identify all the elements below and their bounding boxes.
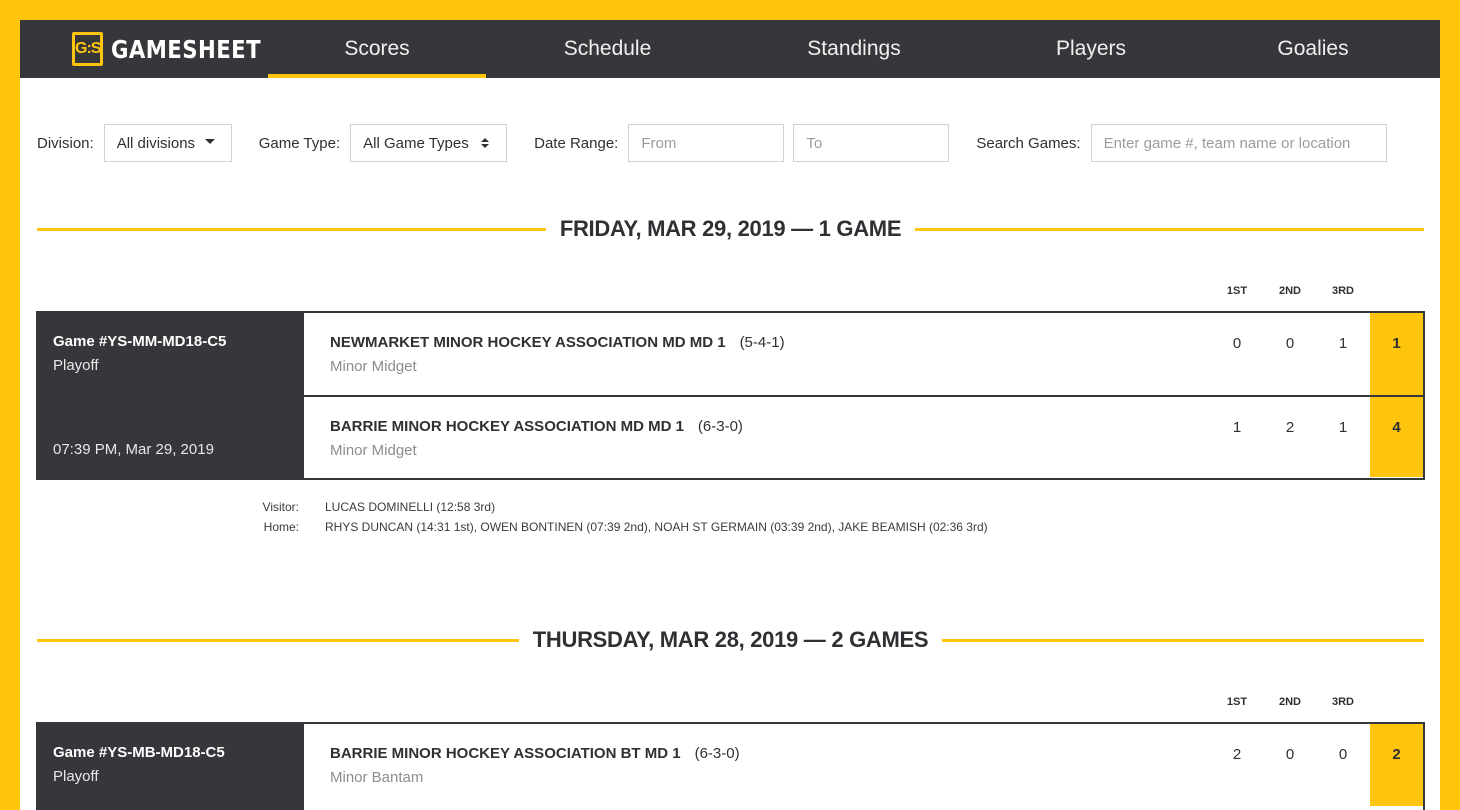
game-card[interactable]: Game #YS-MM-MD18-C5 Playoff 07:39 PM, Ma… [36,311,1425,480]
tab-standings[interactable]: Standings [729,20,979,78]
period-score: 0 [1285,335,1295,352]
visitor-scorers: LUCAS DOMINELLI (12:58 3rd) [325,500,496,514]
division-label: Division: [37,134,94,152]
game-card[interactable]: Game #YS-MB-MD18-C5 Playoff BARRIE MINOR… [36,722,1425,810]
heading-divider [915,227,1425,231]
team-name-text: NEWMARKET MINOR HOCKEY ASSOCIATION MD MD… [330,334,726,351]
total-score: 2 [1370,724,1423,806]
period-score: 2 [1285,419,1295,436]
app-frame: G:S GAMESHEET Scores Schedule Standings … [20,20,1440,810]
team-record: (6-3-0) [697,418,743,435]
period-header-3rd: 3RD [1331,285,1354,297]
period-score: 0 [1232,335,1242,352]
heading-divider [942,638,1424,642]
team-division: Minor Bantam [330,769,424,786]
team-row-home: BARRIE MINOR HOCKEY ASSOCIATION MD MD 1 (… [304,395,1423,477]
game-info-panel: Game #YS-MM-MD18-C5 Playoff 07:39 PM, Ma… [38,313,304,478]
period-header-2nd: 2ND [1278,285,1301,297]
period-score: 2 [1232,746,1242,763]
team-division: Minor Midget [330,442,417,459]
game-type: Playoff [53,357,99,374]
total-score: 1 [1370,313,1423,395]
day-heading-text: FRIDAY, MAR 29, 2019 — 1 GAME [559,216,902,241]
tab-schedule[interactable]: Schedule [486,20,729,78]
period-headers: 1ST 2ND 3RD [1217,696,1357,712]
game-type-select[interactable]: All Game Types [350,124,508,162]
top-nav: G:S GAMESHEET Scores Schedule Standings … [20,20,1440,78]
period-score: 1 [1338,419,1348,436]
total-score: 4 [1370,397,1423,477]
game-teams: NEWMARKET MINOR HOCKEY ASSOCIATION MD MD… [304,313,1423,478]
home-label: Home: [263,520,299,534]
day-heading: FRIDAY, MAR 29, 2019 — 1 GAME [37,214,1425,244]
game-info-panel: Game #YS-MB-MD18-C5 Playoff [38,724,304,810]
team-record: (6-3-0) [694,745,740,762]
period-header-2nd: 2ND [1278,696,1301,708]
game-datetime: 07:39 PM, Mar 29, 2019 [53,441,214,458]
team-name-text: BARRIE MINOR HOCKEY ASSOCIATION MD MD 1 [330,418,684,435]
division-dropdown[interactable]: All divisions [103,124,232,162]
brand-logo[interactable]: G:S GAMESHEET [20,20,268,78]
heading-divider [37,227,546,231]
team-row-visitor: BARRIE MINOR HOCKEY ASSOCIATION BT MD 1 (… [304,724,1423,806]
game-teams: BARRIE MINOR HOCKEY ASSOCIATION BT MD 1 (… [304,724,1423,810]
team-name[interactable]: BARRIE MINOR HOCKEY ASSOCIATION MD MD 1 (… [330,418,743,435]
game-type-value: All Game Types [363,134,469,152]
day-heading-text: THURSDAY, MAR 28, 2019 — 2 GAMES [532,627,929,652]
period-header-1st: 1ST [1226,696,1248,708]
goal-scorers: Visitor: LUCAS DOMINELLI (12:58 3rd) Hom… [257,497,988,537]
division-value: All divisions [116,134,196,152]
visitor-goals-row: Visitor: LUCAS DOMINELLI (12:58 3rd) [257,497,988,517]
date-from-input[interactable]: From [628,124,785,162]
game-type: Playoff [53,768,99,785]
select-arrows-icon [480,138,489,148]
date-range-label: Date Range: [534,134,619,152]
tab-scores[interactable]: Scores [268,20,486,78]
team-division: Minor Midget [330,358,417,375]
date-to-input[interactable]: To [793,124,950,162]
brand-name: GAMESHEET [111,34,262,64]
home-goals-row: Home: RHYS DUNCAN (14:31 1st), OWEN BONT… [257,517,988,537]
team-record: (5-4-1) [739,334,785,351]
gamesheet-logo-icon: G:S [72,32,104,66]
period-score: 0 [1338,746,1348,763]
team-row-visitor: NEWMARKET MINOR HOCKEY ASSOCIATION MD MD… [304,313,1423,395]
visitor-label: Visitor: [262,500,299,514]
tab-players[interactable]: Players [979,20,1203,78]
period-score: 1 [1232,419,1242,436]
period-headers: 1ST 2ND 3RD [1217,285,1357,301]
team-name-text: BARRIE MINOR HOCKEY ASSOCIATION BT MD 1 [330,745,681,762]
day-heading: THURSDAY, MAR 28, 2019 — 2 GAMES [37,625,1424,655]
team-name[interactable]: NEWMARKET MINOR HOCKEY ASSOCIATION MD MD… [330,334,785,351]
search-label: Search Games: [976,134,1081,152]
period-header-1st: 1ST [1226,285,1248,297]
filter-bar: Division: All divisions Game Type: All G… [37,123,1440,163]
heading-divider [37,638,519,642]
tab-goalies[interactable]: Goalies [1203,20,1423,78]
period-score: 0 [1285,746,1295,763]
period-header-3rd: 3RD [1331,696,1354,708]
game-id: Game #YS-MM-MD18-C5 [53,333,227,350]
search-input[interactable]: Enter game #, team name or location [1090,124,1387,162]
game-type-label: Game Type: [258,134,341,152]
game-id: Game #YS-MB-MD18-C5 [53,744,225,761]
nav-tabs: Scores Schedule Standings Players Goalie… [268,20,1440,78]
home-scorers: RHYS DUNCAN (14:31 1st), OWEN BONTINEN (… [325,520,988,534]
team-name[interactable]: BARRIE MINOR HOCKEY ASSOCIATION BT MD 1 (… [330,745,740,762]
caret-down-icon [205,138,216,144]
period-score: 1 [1338,335,1348,352]
